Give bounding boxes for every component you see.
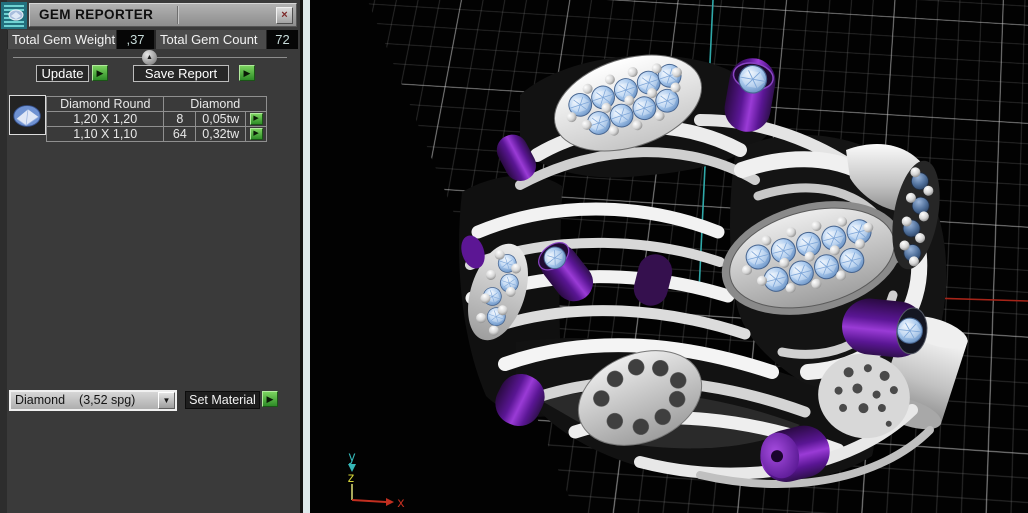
total-gem-weight-label: Total Gem Weight [8, 30, 116, 49]
table-row: 1,20 X 1,20 8 0,05tw ▶ [47, 112, 267, 127]
axis-x-label: x [397, 496, 405, 510]
axis-gizmo: y z x [347, 450, 405, 510]
panel-title: GEM REPORTER [39, 7, 154, 22]
table-header-row: Diamond Round Diamond [47, 97, 267, 112]
viewport-edge-strip [303, 0, 310, 513]
axis-x-arrow-icon [386, 498, 394, 506]
row-run-icon[interactable]: ▶ [249, 128, 263, 140]
gem-report-table: Diamond Round Diamond 1,20 X 1,20 8 0,05… [46, 96, 267, 142]
gem-count: 64 [164, 127, 197, 142]
row-run-icon[interactable]: ▶ [249, 113, 263, 125]
material-dropdown-value: Diamond (3,52 spg) [15, 393, 135, 408]
gem-weight: 0,05tw [196, 112, 247, 127]
total-gem-weight-value: ,37 [117, 30, 154, 49]
save-report-button[interactable]: Save Report [133, 65, 229, 82]
collapse-icon[interactable]: ▲ [142, 50, 157, 65]
close-icon[interactable]: × [276, 7, 293, 24]
total-gem-count-value: 72 [267, 30, 298, 49]
table-row: 1,10 X 1,10 64 0,32tw ▶ [47, 127, 267, 142]
gem-reporter-panel: GEM REPORTER × Total Gem Weight ,37 Tota… [0, 0, 300, 513]
3d-viewport[interactable]: y z x [310, 0, 1028, 513]
panel-edge [0, 0, 7, 513]
gem-thumbnail [9, 95, 46, 135]
titlebar-divider [177, 6, 178, 24]
material-dropdown[interactable]: Diamond (3,52 spg) ▼ [9, 390, 177, 411]
panel-titlebar[interactable]: GEM REPORTER × [29, 3, 297, 27]
save-report-run-icon[interactable]: ▶ [239, 65, 255, 81]
axis-z-label: z [347, 471, 355, 486]
column-header-material: Diamond [164, 97, 267, 112]
total-gem-count-label: Total Gem Count [156, 30, 266, 49]
axis-y-label: y [348, 450, 356, 465]
chevron-down-icon[interactable]: ▼ [158, 392, 175, 409]
material-density: (3,52 spg) [79, 393, 136, 407]
column-header-type: Diamond Round [47, 97, 165, 112]
gem-stats-row: Total Gem Weight ,37 Total Gem Count 72 [7, 30, 298, 49]
axis-y-arrow-icon [348, 464, 356, 472]
gem-weight: 0,32tw [196, 127, 247, 142]
gem-size: 1,10 X 1,10 [47, 127, 165, 142]
update-run-icon[interactable]: ▶ [92, 65, 108, 81]
set-material-run-icon[interactable]: ▶ [262, 391, 278, 407]
material-name: Diamond [15, 393, 66, 407]
gem-reporter-icon [1, 2, 27, 29]
update-button[interactable]: Update [36, 65, 89, 82]
gem-count: 8 [164, 112, 197, 127]
gem-size: 1,20 X 1,20 [47, 112, 165, 127]
viewport-grid [367, 0, 1028, 513]
application-window: GEM REPORTER × Total Gem Weight ,37 Tota… [0, 0, 1028, 513]
set-material-button[interactable]: Set Material [185, 391, 260, 409]
